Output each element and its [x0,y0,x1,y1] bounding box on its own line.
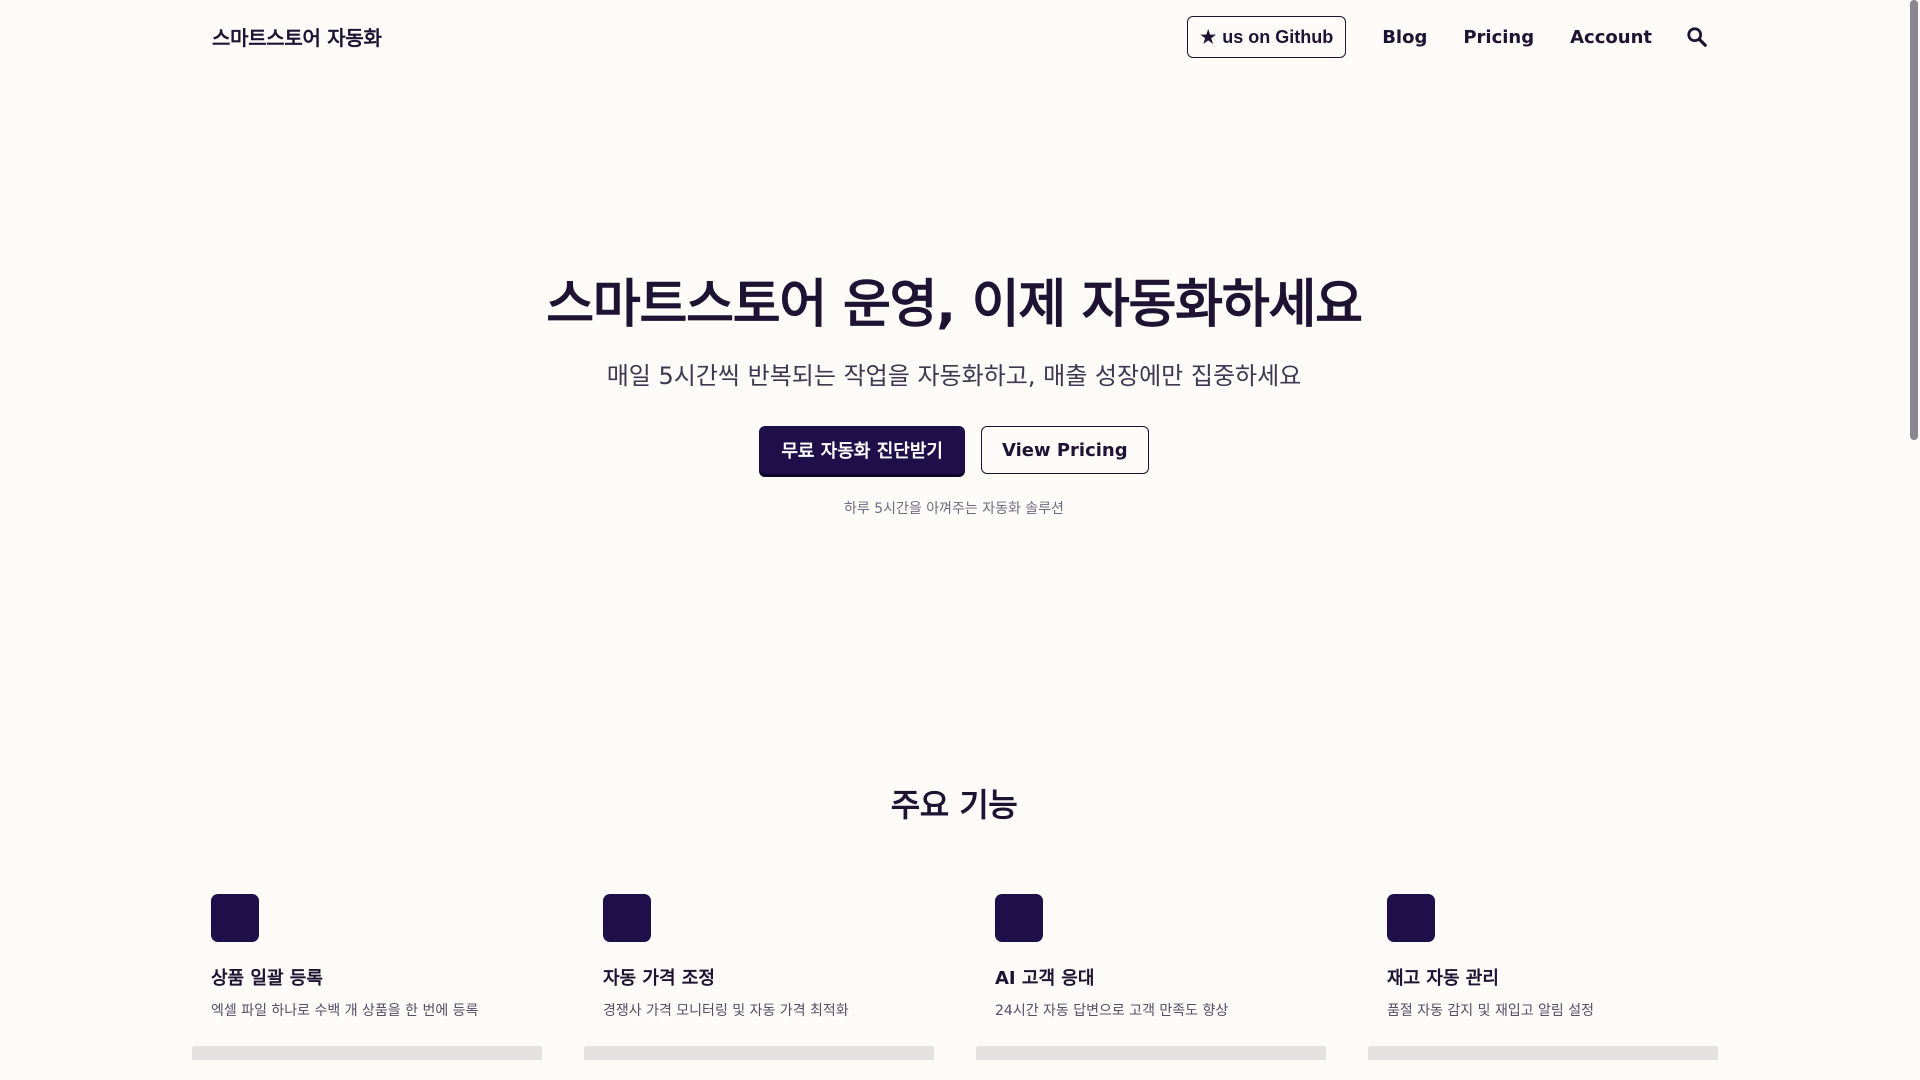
feature-title: 자동 가격 조정 [603,968,715,989]
hero-note: 하루 5시간을 아껴주는 자동화 솔루션 [844,501,1064,517]
search-icon[interactable] [1686,26,1708,48]
page-scrollbar[interactable] [1908,0,1920,1080]
feature-description: 24시간 자동 답변으로 고객 만족도 향상 [995,1003,1229,1019]
brand-logo[interactable]: 스마트스토어 자동화 [212,22,382,51]
feature-title: AI 고객 응대 [995,968,1095,989]
feature-icon [995,894,1043,942]
page: 스마트스토어 자동화 ★ us on Github Blog Pricing A… [0,0,1920,1080]
feature-icon [603,894,651,942]
star-icon: ★ [1200,26,1217,47]
feature-card-footer [976,1046,1326,1060]
feature-card-footer [192,1046,542,1060]
feature-description: 품절 자동 감지 및 재입고 알림 설정 [1387,1003,1595,1019]
feature-card-footer [584,1046,934,1060]
feature-title: 상품 일괄 등록 [211,968,323,989]
feature-icon [1387,894,1435,942]
github-star-button[interactable]: ★ us on Github [1187,16,1347,58]
nav-link-account[interactable]: Account [1570,27,1652,48]
scrollbar-thumb[interactable] [1910,0,1918,440]
feature-title: 재고 자동 관리 [1387,968,1499,989]
feature-card-bulk-upload[interactable]: 상품 일괄 등록 엑셀 파일 하나로 수백 개 상품을 한 번에 등록 [192,894,542,1080]
nav-link-blog[interactable]: Blog [1382,27,1427,48]
site-header: 스마트스토어 자동화 ★ us on Github Blog Pricing A… [0,0,1920,72]
feature-card-auto-pricing[interactable]: 자동 가격 조정 경쟁사 가격 모니터링 및 자동 가격 최적화 [584,894,934,1080]
feature-description: 엑셀 파일 하나로 수백 개 상품을 한 번에 등록 [211,1003,479,1019]
hero-actions: 무료 자동화 진단받기 View Pricing [0,426,1908,474]
features-title: 주요 기능 [890,786,1018,824]
feature-description: 경쟁사 가격 모니터링 및 자동 가격 최적화 [603,1003,849,1019]
github-button-label: us on Github [1222,26,1334,47]
hero-subtitle: 매일 5시간씩 반복되는 작업을 자동화하고, 매출 성장에만 집중하세요 [606,362,1302,390]
feature-card-inventory[interactable]: 재고 자동 관리 품절 자동 감지 및 재입고 알림 설정 [1368,894,1718,1080]
feature-icon [211,894,259,942]
free-diagnosis-button[interactable]: 무료 자동화 진단받기 [759,426,965,474]
top-nav: ★ us on Github Blog Pricing Account [1187,16,1708,58]
feature-card-footer [1368,1046,1718,1060]
hero-title: 스마트스토어 운영, 이제 자동화하세요 [546,275,1363,335]
view-pricing-button[interactable]: View Pricing [980,426,1149,474]
nav-link-pricing[interactable]: Pricing [1463,27,1534,48]
feature-card-ai-support[interactable]: AI 고객 응대 24시간 자동 답변으로 고객 만족도 향상 [976,894,1326,1080]
features-list: 상품 일괄 등록 엑셀 파일 하나로 수백 개 상품을 한 번에 등록 자동 가… [192,894,1718,1080]
